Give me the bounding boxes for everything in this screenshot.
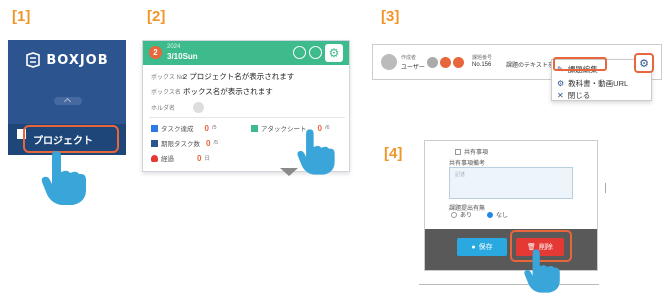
project-card-header: 2 2024 3/10Sun ⚙ — [143, 41, 349, 65]
status-circle-icon — [293, 46, 306, 59]
box-name-key: ボックス名 — [151, 90, 181, 96]
step-label-2: [2] — [147, 8, 166, 25]
gear-icon: ⚙ — [557, 79, 565, 88]
box-number-row: ボックス No. 2 プロジェクト名が表示されます — [151, 71, 294, 82]
fire-icon — [151, 154, 158, 162]
radio-checked-icon — [487, 211, 493, 218]
radio-icon — [451, 211, 457, 218]
boxjob-logo-icon — [25, 52, 41, 68]
stat-unit: 日 — [204, 156, 210, 162]
stat-task-done: タスク達成 0 /5 — [151, 123, 217, 133]
collapse-toggle[interactable] — [54, 97, 82, 105]
box-number-value: 2 プロジェクト名が表示されます — [182, 72, 295, 81]
box-name-value: ボックス名が表示されます — [182, 87, 273, 96]
pointing-hand-icon — [41, 151, 86, 205]
avatar — [193, 102, 204, 113]
project-date: 3/10Sun — [167, 52, 198, 61]
box-number-key: ボックス No. — [151, 75, 186, 81]
avatar — [381, 54, 397, 70]
step-label-1: [1] — [12, 8, 31, 25]
status-dot-icon — [427, 57, 438, 68]
stat-value: 0 — [204, 123, 209, 133]
box-name-row: ボックス名 ボックス名が表示されます — [151, 86, 273, 97]
card-settings-button[interactable]: ⚙ — [325, 44, 343, 62]
save-button[interactable]: ● 保存 — [457, 238, 507, 256]
holder-key: ホルダ名 — [151, 106, 176, 112]
divider — [149, 117, 345, 118]
radio-label: なし — [496, 213, 509, 219]
divider — [419, 284, 599, 285]
sheet-icon — [251, 124, 258, 132]
divider — [605, 183, 606, 193]
task-settings-button[interactable]: ⚙ — [634, 53, 654, 73]
stat-label: タスク達成 — [161, 126, 194, 133]
save-button-label: 保存 — [478, 244, 493, 251]
radio-option-yes[interactable]: あり — [451, 210, 472, 219]
stat-elapsed: 経過 0 日 — [151, 153, 210, 163]
record-icon — [440, 57, 451, 68]
sidebar-item-project[interactable]: プロジェクト — [23, 125, 119, 153]
menu-item-textbook-url[interactable]: ⚙ 教科書・動画URL — [557, 78, 628, 89]
checkbox-icon — [455, 148, 461, 155]
holder-row: ホルダ名 — [151, 103, 181, 112]
shared-checkbox[interactable]: 共有事項 — [455, 147, 488, 156]
shared-notes-textarea[interactable]: 記述 — [449, 167, 573, 199]
task-text: 課題のテキストを — [506, 63, 554, 69]
save-icon: ● — [471, 243, 476, 251]
status-circle-icon — [309, 46, 322, 59]
stat-unit: /5 — [211, 125, 217, 131]
close-icon: ✕ — [557, 91, 564, 100]
user-caption: 作成者 — [401, 55, 417, 61]
step-label-3: [3] — [381, 8, 400, 25]
stat-label: 経過 — [161, 156, 174, 163]
box-number: No.156 — [472, 62, 492, 68]
sidebar-item-project-label: プロジェクト — [33, 135, 93, 147]
stat-deadline-tasks: 期限タスク数 0 /5 — [151, 138, 218, 148]
step-label-4: [4] — [384, 145, 403, 162]
gear-icon: ⚙ — [639, 57, 649, 70]
app-logo-text: BOXJOB — [46, 52, 109, 68]
highlight-edit-task — [553, 57, 607, 71]
list-icon — [151, 124, 158, 132]
stat-unit: /5 — [213, 140, 219, 146]
stat-value: 0 — [206, 138, 211, 148]
field-label: 共有事項備考 — [449, 161, 486, 167]
pointing-hand-icon — [524, 249, 560, 293]
menu-item-label: 閉じる — [567, 91, 591, 100]
project-number-badge: 2 — [149, 46, 162, 59]
pointing-hand-icon — [297, 129, 335, 175]
menu-item-label: 教科書・動画URL — [568, 79, 629, 88]
stat-label: 期限タスク数 — [161, 141, 200, 148]
radio-option-no[interactable]: なし — [487, 210, 508, 219]
stat-value: 0 — [197, 153, 202, 163]
calendar-icon — [151, 139, 158, 147]
video-icon — [453, 57, 464, 68]
checkbox-label: 共有事項 — [464, 150, 489, 156]
box-caption: 課題番号 — [472, 55, 493, 61]
user-name: ユーザー — [401, 65, 425, 71]
radio-label: あり — [460, 213, 473, 219]
app-logo: BOXJOB — [8, 40, 126, 80]
menu-item-close[interactable]: ✕ 閉じる — [557, 90, 590, 101]
gear-icon: ⚙ — [328, 46, 340, 60]
project-year: 2024 — [167, 44, 181, 50]
